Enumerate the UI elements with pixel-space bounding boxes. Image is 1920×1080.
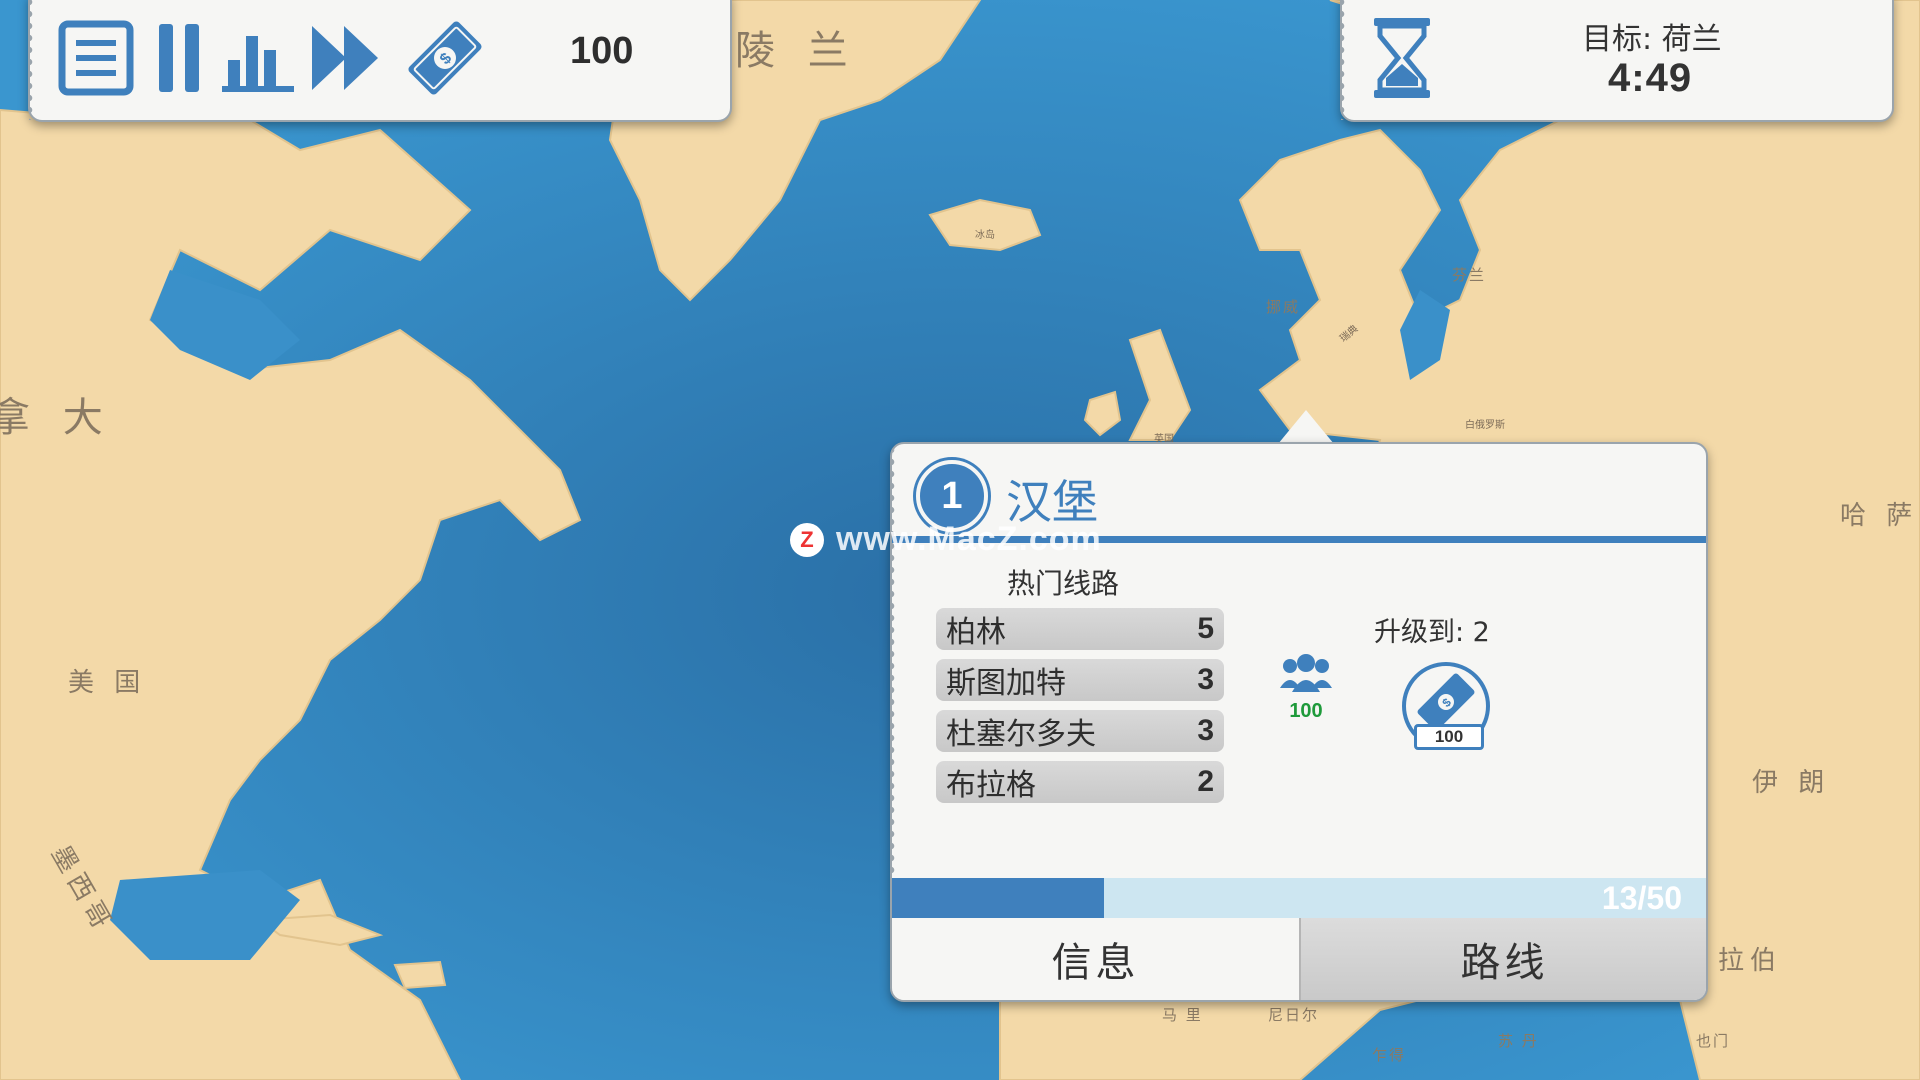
money-indicator: $ xyxy=(400,18,490,98)
toolbar: $ 100 xyxy=(28,0,732,122)
upgrade-button[interactable]: $ 100 xyxy=(1400,660,1492,752)
watermark-text: www.MacZ.com xyxy=(836,520,1102,558)
progress-fill xyxy=(892,878,1104,918)
money-value: 100 xyxy=(570,30,634,72)
map-label-mali: 马 里 xyxy=(1162,1006,1203,1024)
menu-button[interactable] xyxy=(56,18,136,98)
map-label-iran: 伊 朗 xyxy=(1752,768,1831,798)
goal-label: 目标: 荷兰 xyxy=(1582,22,1722,57)
map-label-sudan: 苏 丹 xyxy=(1498,1032,1539,1050)
pause-icon xyxy=(159,24,199,92)
map-label-chad: 乍得 xyxy=(1372,1046,1407,1064)
map-label-finland: 芬兰 xyxy=(1452,266,1487,284)
fast-forward-icon xyxy=(312,26,378,90)
map-label-kazakhstan: 哈 萨 xyxy=(1840,501,1919,531)
map-label-niger: 尼日尔 xyxy=(1268,1006,1320,1024)
route-row[interactable]: 斯图加特 3 xyxy=(936,659,1224,701)
perforation xyxy=(29,0,41,120)
route-count: 5 xyxy=(1197,612,1214,645)
goal-panel: 目标: 荷兰 4:49 xyxy=(1340,0,1894,122)
map-label-greenland: 陵 兰 xyxy=(735,28,858,74)
upgrade-cost: 100 xyxy=(1414,724,1484,750)
route-count: 3 xyxy=(1197,663,1214,696)
passengers-icon xyxy=(1280,654,1332,692)
hourglass-icon xyxy=(1372,16,1432,104)
route-city: 布拉格 xyxy=(946,768,1036,803)
passenger-indicator: 100 xyxy=(1276,654,1336,723)
route-row[interactable]: 杜塞尔多夫 3 xyxy=(936,710,1224,752)
fast-forward-button[interactable] xyxy=(306,18,386,98)
upgrade-label: 升级到: 2 xyxy=(1374,617,1490,648)
passenger-count: 100 xyxy=(1289,700,1323,722)
perforation xyxy=(1341,0,1353,120)
popular-routes-title: 热门线路 xyxy=(1007,567,1120,600)
route-city: 斯图加特 xyxy=(946,666,1066,701)
map-label-belarus: 白俄罗斯 xyxy=(1465,420,1505,431)
tab-info[interactable]: 信息 xyxy=(892,918,1299,1000)
route-count: 2 xyxy=(1197,765,1214,798)
popup-pointer xyxy=(1278,410,1334,444)
progress-text: 13/50 xyxy=(1601,880,1682,916)
map-label-norway: 挪威 xyxy=(1266,298,1301,316)
watermark-logo: Z xyxy=(790,522,824,557)
map-label-yemen: 也门 xyxy=(1696,1032,1731,1050)
tab-routes[interactable]: 路线 xyxy=(1299,918,1706,1000)
route-city: 杜塞尔多夫 xyxy=(946,717,1096,752)
route-row[interactable]: 布拉格 2 xyxy=(936,761,1224,803)
map-label-usa: 美 国 xyxy=(68,668,147,698)
route-city: 柏林 xyxy=(946,615,1006,650)
stats-button[interactable] xyxy=(220,18,296,98)
route-row[interactable]: 柏林 5 xyxy=(936,608,1224,650)
map-label-canada: 拿 大 xyxy=(0,395,113,441)
capacity-progress-bar: 13/50 xyxy=(892,878,1706,918)
hispaniola xyxy=(393,960,447,990)
map-label-iceland: 冰岛 xyxy=(975,230,995,241)
countdown-timer: 4:49 xyxy=(1608,56,1693,100)
menu-icon xyxy=(58,20,134,96)
pause-button[interactable] xyxy=(150,18,210,98)
stats-icon xyxy=(222,36,294,92)
route-count: 3 xyxy=(1197,714,1214,747)
money-icon: $ xyxy=(408,21,482,95)
map-label-arabia: 拉伯 xyxy=(1718,946,1783,976)
watermark: Z www.MacZ.com xyxy=(790,520,1102,559)
